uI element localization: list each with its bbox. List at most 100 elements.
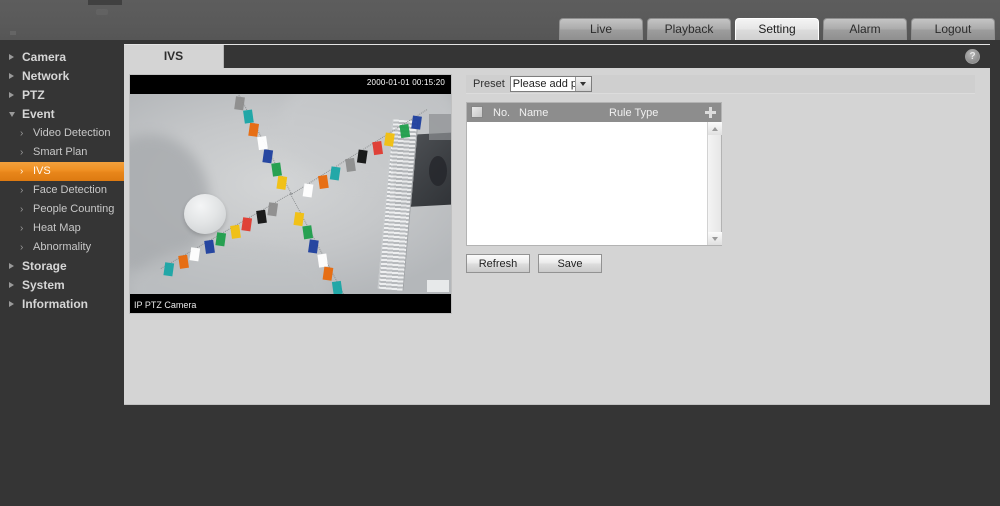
nav-tab-setting[interactable]: Setting	[735, 18, 819, 40]
nav-tab-alarm[interactable]: Alarm	[823, 18, 907, 40]
sidebar-label-heat-map: Heat Map	[33, 222, 81, 234]
bunting-flag	[188, 247, 200, 262]
sidebar-item-smart-plan[interactable]: › Smart Plan	[0, 143, 124, 162]
sidebar-label-video-detection: Video Detection	[33, 127, 111, 139]
bunting-flag	[233, 96, 245, 111]
sidebar-item-video-detection[interactable]: › Video Detection	[0, 124, 124, 143]
camera-web-ui: Live Playback Setting Alarm Logout Camer…	[0, 0, 1000, 506]
sidebar-label-storage: Storage	[22, 259, 67, 273]
chevron-right-icon: ›	[20, 185, 24, 196]
header-artifact-left	[10, 31, 16, 35]
sidebar-label-information: Information	[22, 297, 88, 311]
chevron-right-icon	[9, 301, 14, 307]
bunting-flag	[322, 266, 333, 281]
chevron-right-icon	[9, 263, 14, 269]
bunting-flag	[266, 202, 278, 217]
sidebar-item-storage[interactable]: Storage	[0, 257, 124, 276]
bunting-flag	[214, 232, 226, 247]
bunting-flag	[256, 135, 268, 151]
column-header-rule-type: Rule Type	[609, 106, 659, 119]
chevron-right-icon: ›	[20, 223, 24, 234]
bunting-flag	[344, 157, 356, 173]
bunting-flag	[203, 239, 215, 254]
sidebar-label-event: Event	[22, 107, 55, 121]
scroll-down-icon[interactable]	[708, 232, 722, 245]
chevron-right-icon	[9, 54, 14, 60]
bunting-flag	[410, 115, 422, 130]
scene-light-patch	[429, 114, 451, 140]
sidebar-label-abnormality: Abnormality	[33, 241, 92, 253]
sidebar-item-camera[interactable]: Camera	[0, 48, 124, 67]
sidebar-item-system[interactable]: System	[0, 276, 124, 295]
chevron-right-icon	[9, 73, 14, 79]
bunting-flag	[301, 225, 313, 240]
bunting-flag	[275, 175, 287, 190]
sidebar-item-information[interactable]: Information	[0, 295, 124, 314]
bunting-flag	[261, 149, 273, 164]
bunting-flag	[356, 149, 368, 164]
sidebar-item-ivs[interactable]: › IVS	[0, 162, 124, 181]
sidebar-label-network: Network	[22, 69, 70, 83]
bunting-flag	[255, 209, 267, 224]
sidebar-label-system: System	[22, 278, 65, 292]
bunting-flag	[371, 140, 383, 156]
chevron-right-icon: ›	[20, 147, 24, 158]
bunting-flag	[302, 183, 313, 198]
add-rule-icon[interactable]	[705, 107, 716, 118]
bunting-flag	[270, 162, 282, 177]
rule-table-header: No. Name Rule Type	[467, 103, 721, 122]
sidebar-item-ptz[interactable]: PTZ	[0, 86, 124, 105]
chevron-right-icon: ›	[20, 242, 24, 253]
tab-strip: IVS ?	[124, 45, 990, 68]
sidebar-item-network[interactable]: Network	[0, 67, 124, 86]
content-panel: IVS ? 2000-01-01 00:15:20 IP PTZ Camera …	[124, 44, 990, 405]
video-scene	[130, 94, 451, 294]
scroll-up-icon[interactable]	[708, 122, 722, 135]
column-header-name: Name	[519, 106, 549, 119]
sidebar-item-event[interactable]: Event	[0, 105, 124, 124]
content-bottom-edge	[124, 404, 990, 405]
sidebar-label-ptz: PTZ	[22, 88, 45, 102]
bunting-flag	[317, 174, 329, 190]
help-icon[interactable]: ?	[965, 49, 980, 64]
top-navigation: Live Playback Setting Alarm Logout	[559, 18, 995, 40]
bunting-flag	[240, 217, 252, 232]
rule-table-body	[467, 122, 722, 245]
bunting-flag	[177, 254, 189, 269]
chevron-right-icon	[9, 282, 14, 288]
sidebar-item-face-detection[interactable]: › Face Detection	[0, 181, 124, 200]
bunting-flag	[383, 132, 395, 147]
chevron-right-icon: ›	[20, 204, 24, 215]
header-artifact-mid	[96, 9, 108, 15]
scene-dome-camera	[184, 194, 226, 234]
rule-table: No. Name Rule Type	[466, 102, 722, 246]
sidebar-label-people-counting: People Counting	[33, 203, 115, 215]
sidebar-label-ivs: IVS	[33, 165, 51, 177]
bunting-flag	[162, 262, 174, 277]
scene-corner-light	[427, 280, 449, 292]
tab-ivs[interactable]: IVS	[124, 45, 224, 68]
bunting-flag	[329, 166, 341, 181]
sidebar-label-camera: Camera	[22, 50, 67, 64]
bunting-flag	[316, 253, 328, 268]
sidebar-item-people-counting[interactable]: › People Counting	[0, 200, 124, 219]
preset-select[interactable]: Please add preset	[509, 76, 592, 92]
chevron-right-icon: ›	[20, 128, 24, 139]
column-header-no: No.	[493, 106, 511, 119]
select-all-checkbox[interactable]	[471, 106, 483, 118]
bunting-flag	[247, 122, 259, 137]
action-buttons: Refresh Save	[466, 254, 602, 273]
save-button[interactable]: Save	[538, 254, 602, 273]
bunting-flag	[331, 280, 343, 294]
nav-tab-logout[interactable]: Logout	[911, 18, 995, 40]
chevron-down-icon[interactable]	[574, 77, 591, 91]
header-artifact-top	[88, 0, 122, 5]
nav-tab-live[interactable]: Live	[559, 18, 643, 40]
nav-tab-playback[interactable]: Playback	[647, 18, 731, 40]
video-preview[interactable]: 2000-01-01 00:15:20 IP PTZ Camera	[129, 74, 452, 314]
rule-table-scrollbar[interactable]	[707, 122, 722, 245]
refresh-button[interactable]: Refresh	[466, 254, 530, 273]
bunting-flag	[229, 224, 241, 239]
sidebar-item-abnormality[interactable]: › Abnormality	[0, 238, 124, 257]
sidebar-item-heat-map[interactable]: › Heat Map	[0, 219, 124, 238]
